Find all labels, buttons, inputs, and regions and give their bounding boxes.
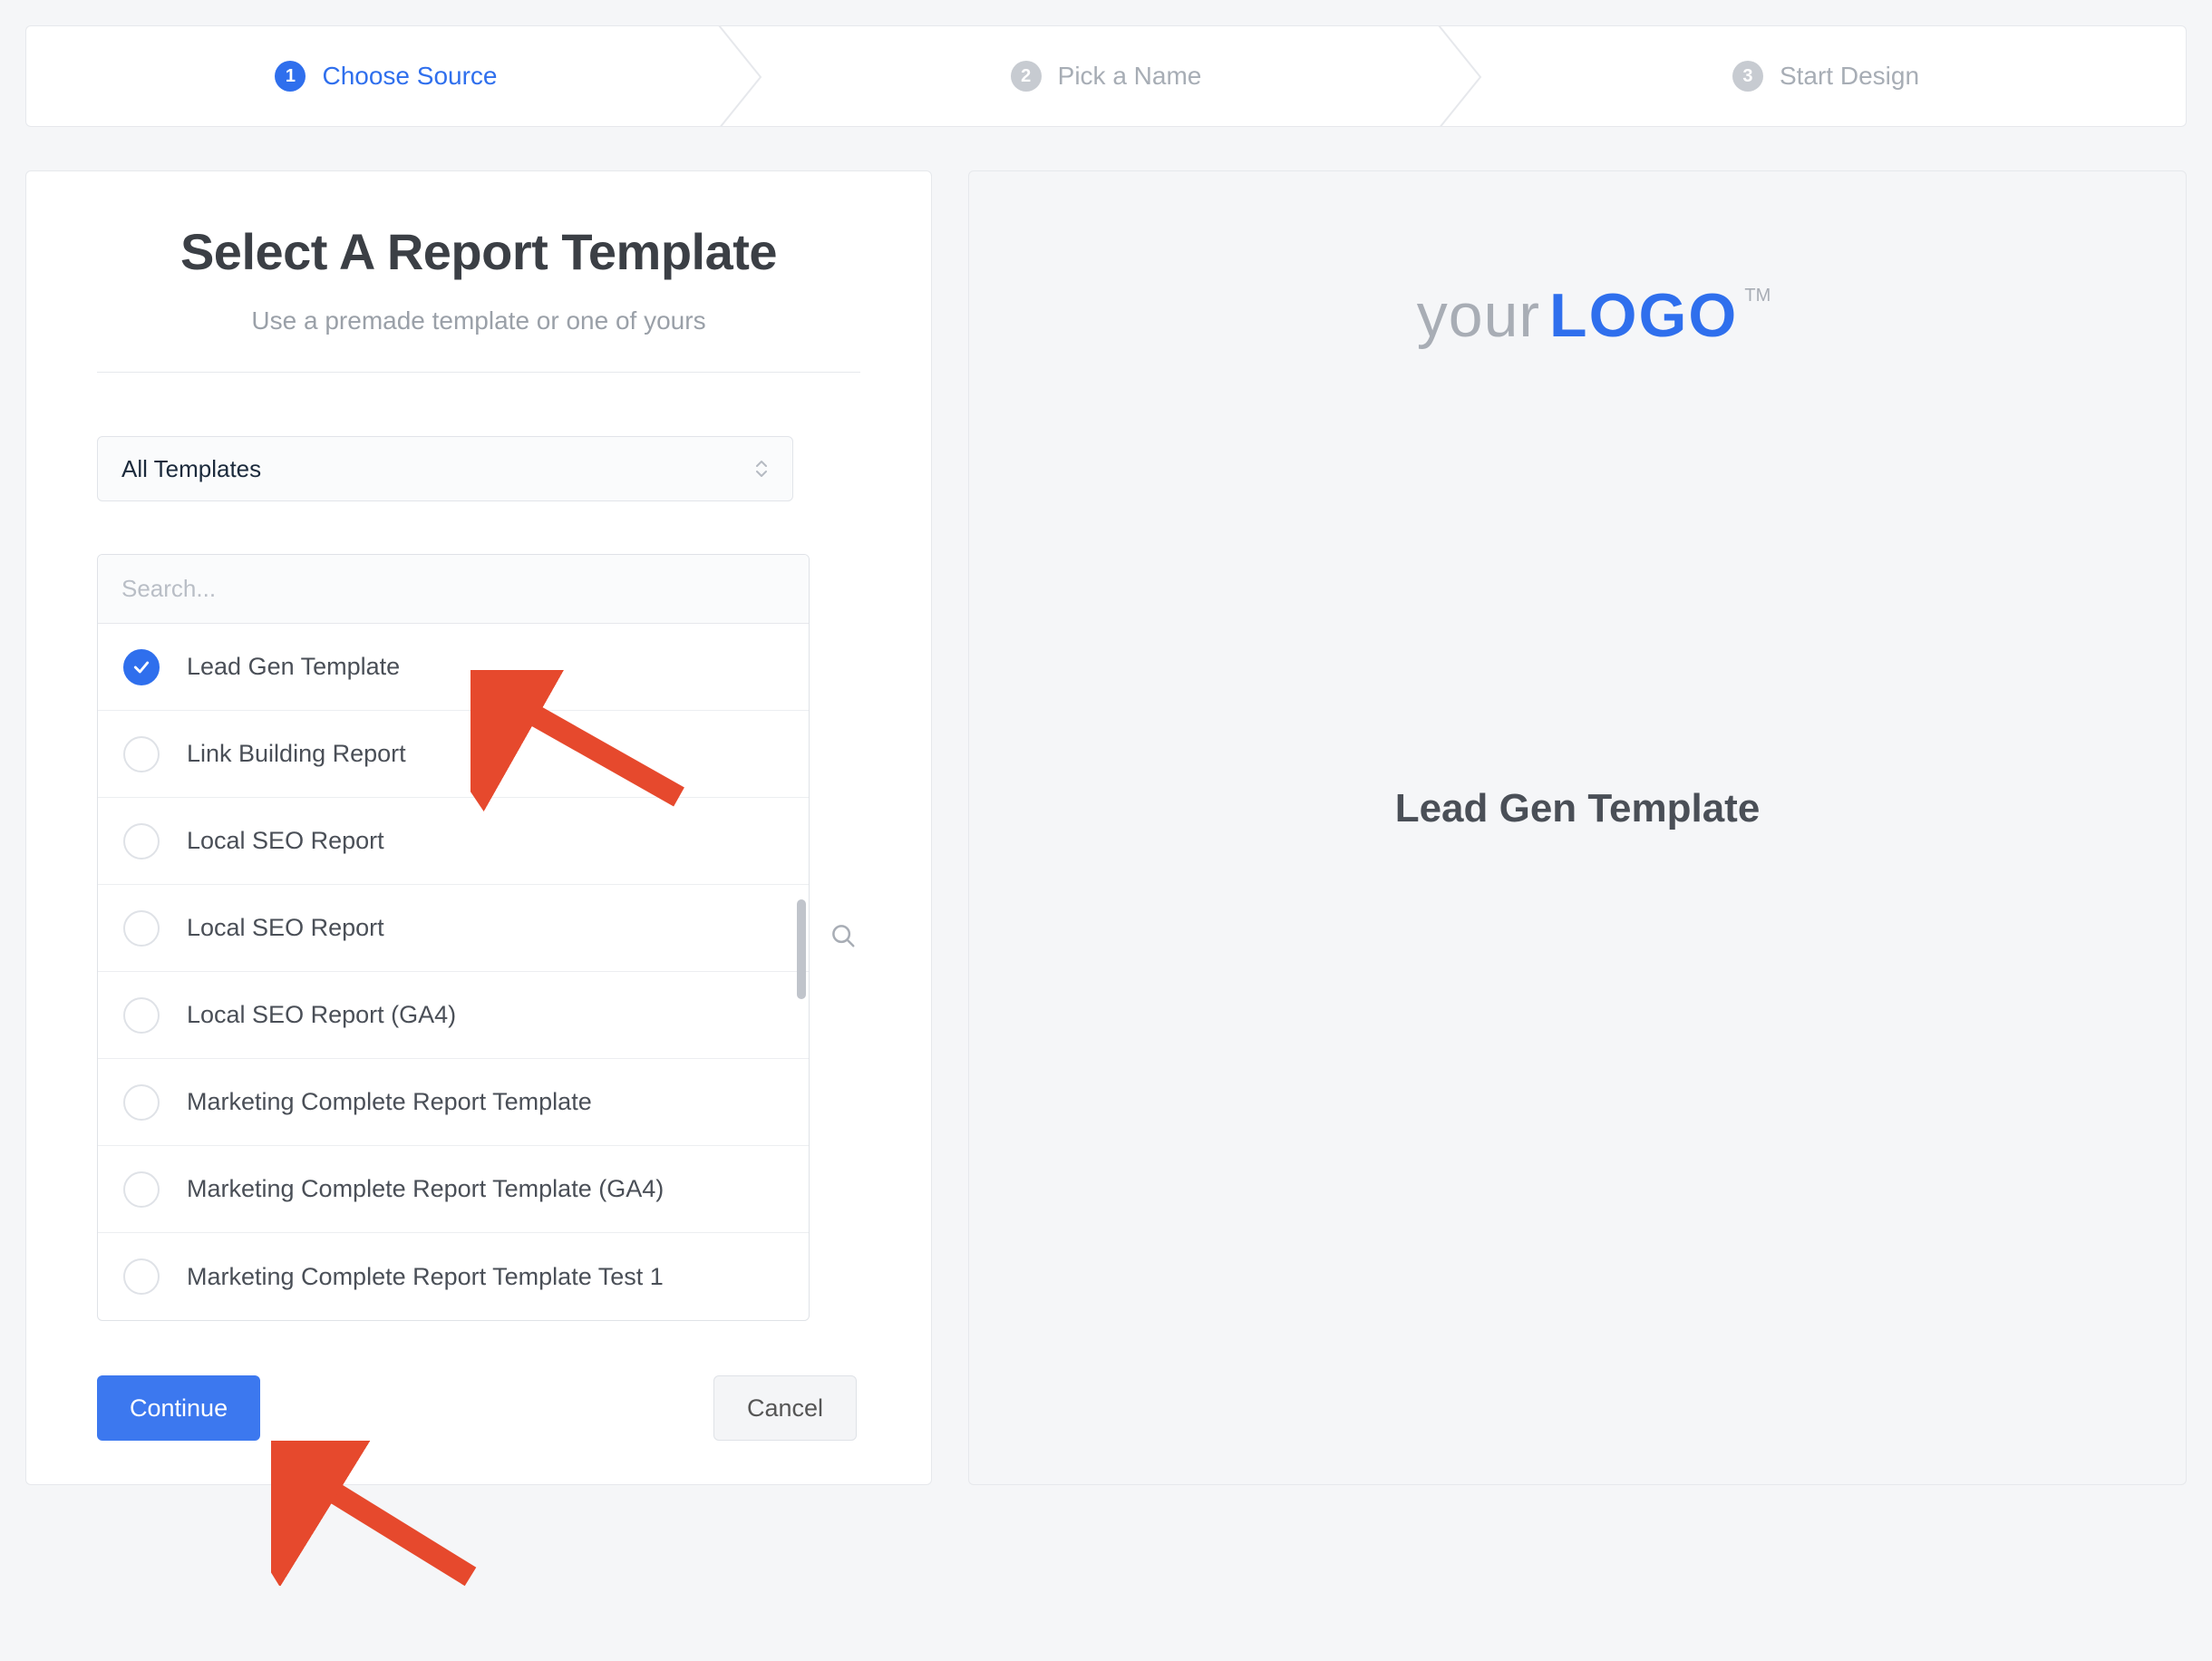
template-option[interactable]: Link Building Report (98, 711, 809, 798)
template-option-label: Marketing Complete Report Template Test … (187, 1263, 664, 1291)
template-option-label: Link Building Report (187, 740, 406, 768)
template-option[interactable]: Local SEO Report (98, 885, 809, 972)
template-option[interactable]: Local SEO Report (GA4) (98, 972, 809, 1059)
template-option-label: Marketing Complete Report Template (GA4) (187, 1175, 664, 1203)
template-category-select[interactable]: All Templates (97, 436, 793, 501)
template-listbox: Lead Gen Template Link Building Report Loc… (97, 554, 810, 1321)
panel-subtitle: Use a premade template or one of yours (97, 306, 860, 335)
continue-button[interactable]: Continue (97, 1375, 260, 1441)
template-option[interactable]: Lead Gen Template (98, 624, 809, 711)
step-choose-source[interactable]: 1 Choose Source (26, 26, 746, 126)
step-label: Start Design (1780, 62, 1919, 91)
template-option[interactable]: Marketing Complete Report Template (98, 1059, 809, 1146)
step-start-design[interactable]: 3 Start Design (1466, 26, 2186, 126)
search-icon (830, 922, 857, 954)
template-option-label: Local SEO Report (187, 827, 384, 855)
template-option[interactable]: Local SEO Report (98, 798, 809, 885)
step-label: Choose Source (322, 62, 497, 91)
dropdown-value: All Templates (121, 455, 261, 483)
template-option-label: Local SEO Report (GA4) (187, 1001, 456, 1029)
chevron-up-down-icon (754, 459, 769, 479)
divider (97, 372, 860, 373)
step-label: Pick a Name (1058, 62, 1202, 91)
step-number-badge: 1 (275, 61, 306, 92)
template-option-label: Marketing Complete Report Template (187, 1088, 592, 1116)
radio-unselected-icon (123, 910, 160, 947)
preview-logo: your LOGO TM (1417, 280, 1739, 351)
radio-unselected-icon (123, 736, 160, 772)
cancel-button[interactable]: Cancel (713, 1375, 857, 1441)
step-number-badge: 3 (1732, 61, 1763, 92)
template-option-label: Local SEO Report (187, 914, 384, 942)
preview-template-title: Lead Gen Template (1395, 786, 1761, 831)
radio-selected-icon (123, 649, 160, 685)
radio-unselected-icon (123, 1171, 160, 1208)
template-option[interactable]: Marketing Complete Report Template (GA4) (98, 1146, 809, 1233)
annotation-arrow (271, 1441, 498, 1586)
template-option[interactable]: Marketing Complete Report Template Test … (98, 1233, 809, 1320)
trademark-label: TM (1744, 286, 1771, 306)
template-preview-panel: your LOGO TM Lead Gen Template (968, 170, 2187, 1485)
scrollbar-thumb[interactable] (797, 899, 806, 999)
template-search-input[interactable] (98, 555, 809, 624)
logo-text-part2: LOGO (1549, 280, 1738, 351)
radio-unselected-icon (123, 1084, 160, 1121)
radio-unselected-icon (123, 997, 160, 1034)
template-select-panel: Select A Report Template Use a premade t… (25, 170, 932, 1485)
logo-text-part1: your (1417, 280, 1540, 351)
step-number-badge: 2 (1011, 61, 1042, 92)
radio-unselected-icon (123, 823, 160, 860)
radio-unselected-icon (123, 1258, 160, 1295)
step-pick-a-name[interactable]: 2 Pick a Name (746, 26, 1466, 126)
wizard-stepper: 1 Choose Source 2 Pick a Name 3 Start De… (25, 25, 2187, 127)
panel-title: Select A Report Template (97, 222, 860, 281)
template-option-label: Lead Gen Template (187, 653, 400, 681)
